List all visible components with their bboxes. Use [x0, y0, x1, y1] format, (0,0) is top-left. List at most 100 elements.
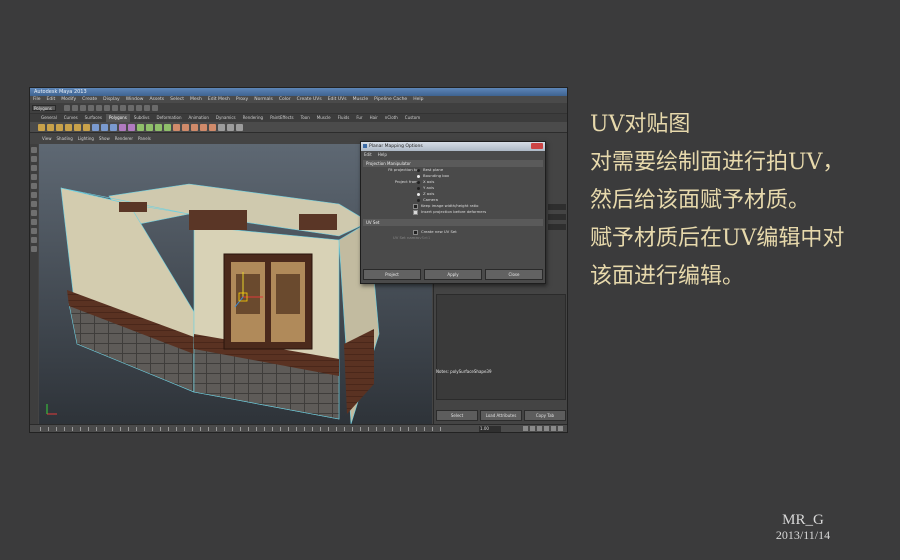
spherical-map-icon[interactable] [200, 123, 207, 131]
auto-map-icon[interactable] [209, 123, 216, 131]
open-scene-icon[interactable] [72, 105, 78, 111]
move-tool-icon[interactable] [31, 174, 37, 180]
save-scene-icon[interactable] [80, 105, 86, 111]
dialog-menu-edit[interactable]: Edit [364, 151, 372, 158]
layout-four-icon[interactable] [31, 228, 37, 234]
play-forward-icon[interactable] [544, 426, 549, 431]
menu-pipeline-cache[interactable]: Pipeline Cache [374, 96, 407, 103]
projection-section-header[interactable]: Projection Manipulator [363, 160, 543, 167]
shelf-tab-fluids[interactable]: Fluids [335, 114, 353, 122]
poly-torus-icon[interactable] [83, 123, 90, 131]
menu-display[interactable]: Display [103, 96, 120, 103]
menu-create[interactable]: Create [82, 96, 97, 103]
copy-tab-button[interactable]: Copy Tab [524, 410, 566, 421]
select-object-icon[interactable] [96, 105, 102, 111]
center-pivot-icon[interactable] [227, 123, 234, 131]
menu-proxy[interactable]: Proxy [236, 96, 248, 103]
poly-plane-icon[interactable] [74, 123, 81, 131]
bridge-icon[interactable] [146, 123, 153, 131]
snap-curve-icon[interactable] [120, 105, 126, 111]
shelf-tab-muscle[interactable]: Muscle [314, 114, 334, 122]
split-icon[interactable] [164, 123, 171, 131]
menu-file[interactable]: File [33, 96, 41, 103]
shelf-tab-curves[interactable]: Curves [61, 114, 81, 122]
shelf-tab-custom[interactable]: Custom [402, 114, 423, 122]
poly-sphere-icon[interactable] [38, 123, 45, 131]
snap-point-icon[interactable] [128, 105, 134, 111]
menu-edit-mesh[interactable]: Edit Mesh [208, 96, 230, 103]
close-button[interactable]: Close [485, 269, 543, 280]
step-forward-icon[interactable] [551, 426, 556, 431]
viewport-menu-show[interactable]: Show [99, 134, 110, 143]
close-icon[interactable] [531, 143, 543, 149]
select-component-icon[interactable] [104, 105, 110, 111]
history-icon[interactable] [218, 123, 225, 131]
menu-muscle[interactable]: Muscle [353, 96, 369, 103]
extract-icon[interactable] [110, 123, 117, 131]
select-tool-icon[interactable] [31, 147, 37, 153]
lasso-tool-icon[interactable] [31, 156, 37, 162]
shelf-tab-general[interactable]: General [38, 114, 60, 122]
play-back-icon[interactable] [537, 426, 542, 431]
layout-persp-outliner-icon[interactable] [31, 237, 37, 243]
extrude-icon[interactable] [137, 123, 144, 131]
snap-grid-icon[interactable] [112, 105, 118, 111]
menu-edit-uvs[interactable]: Edit UVs [328, 96, 347, 103]
apply-button[interactable]: Apply [424, 269, 482, 280]
shelf-tab-animation[interactable]: Animation [186, 114, 212, 122]
viewport-menu-view[interactable]: View [42, 134, 52, 143]
ipr-render-icon[interactable] [144, 105, 150, 111]
scale-tool-icon[interactable] [31, 192, 37, 198]
select-button[interactable]: Select [436, 410, 478, 421]
menu-modify[interactable]: Modify [61, 96, 76, 103]
uvset-section-header[interactable]: UV Set [363, 219, 543, 226]
go-start-icon[interactable] [523, 426, 528, 431]
menu-set-dropdown[interactable]: Polygons [32, 105, 56, 111]
uvset-name-field[interactable]: uvSet1 [417, 235, 430, 241]
menu-assets[interactable]: Assets [149, 96, 164, 103]
step-back-icon[interactable] [530, 426, 535, 431]
uv-editor-icon[interactable] [173, 123, 180, 131]
shelf-tab-deformation[interactable]: Deformation [154, 114, 185, 122]
insert-before-deformers-checkbox[interactable]: Insert projection before deformers [413, 209, 486, 215]
poly-cube-icon[interactable] [47, 123, 54, 131]
attr-field[interactable] [548, 204, 566, 210]
shelf-tab-surfaces[interactable]: Surfaces [82, 114, 105, 122]
last-tool-icon[interactable] [31, 210, 37, 216]
shelf-tab-rendering[interactable]: Rendering [240, 114, 266, 122]
layout-graph-icon[interactable] [31, 246, 37, 252]
menu-normals[interactable]: Normals [254, 96, 273, 103]
viewport-menu-renderer[interactable]: Renderer [115, 134, 133, 143]
manipulator-icon[interactable] [31, 201, 37, 207]
attr-field[interactable] [548, 214, 566, 220]
render-icon[interactable] [136, 105, 142, 111]
poly-cylinder-icon[interactable] [56, 123, 63, 131]
poly-cone-icon[interactable] [65, 123, 72, 131]
shelf-tab-ncloth[interactable]: nCloth [382, 114, 401, 122]
shelf-tab-painteffects[interactable]: PaintEffects [267, 114, 297, 122]
menu-help[interactable]: Help [413, 96, 423, 103]
viewport-menu-shading[interactable]: Shading [57, 134, 73, 143]
separate-icon[interactable] [101, 123, 108, 131]
menu-window[interactable]: Window [126, 96, 144, 103]
menu-color[interactable]: Color [279, 96, 291, 103]
layout-single-icon[interactable] [31, 219, 37, 225]
shelf-tab-toon[interactable]: Toon [298, 114, 313, 122]
smooth-icon[interactable] [119, 123, 126, 131]
menu-create-uvs[interactable]: Create UVs [297, 96, 322, 103]
shelf-tab-fur[interactable]: Fur [353, 114, 365, 122]
rotate-tool-icon[interactable] [31, 183, 37, 189]
current-frame-field[interactable]: 1.00 [479, 426, 501, 432]
shelf-tab-hair[interactable]: Hair [367, 114, 381, 122]
project-button[interactable]: Project [363, 269, 421, 280]
boolean-icon[interactable] [128, 123, 135, 131]
viewport-menu-panels[interactable]: Panels [138, 134, 151, 143]
viewport-menu-lighting[interactable]: Lighting [78, 134, 94, 143]
menu-select[interactable]: Select [170, 96, 184, 103]
dialog-menu-help[interactable]: Help [378, 151, 387, 158]
attr-field[interactable] [548, 224, 566, 230]
menu-edit[interactable]: Edit [47, 96, 56, 103]
cylindrical-map-icon[interactable] [191, 123, 198, 131]
shelf-tab-subdivs[interactable]: Subdivs [131, 114, 153, 122]
time-slider[interactable]: 1.00 [30, 424, 567, 432]
